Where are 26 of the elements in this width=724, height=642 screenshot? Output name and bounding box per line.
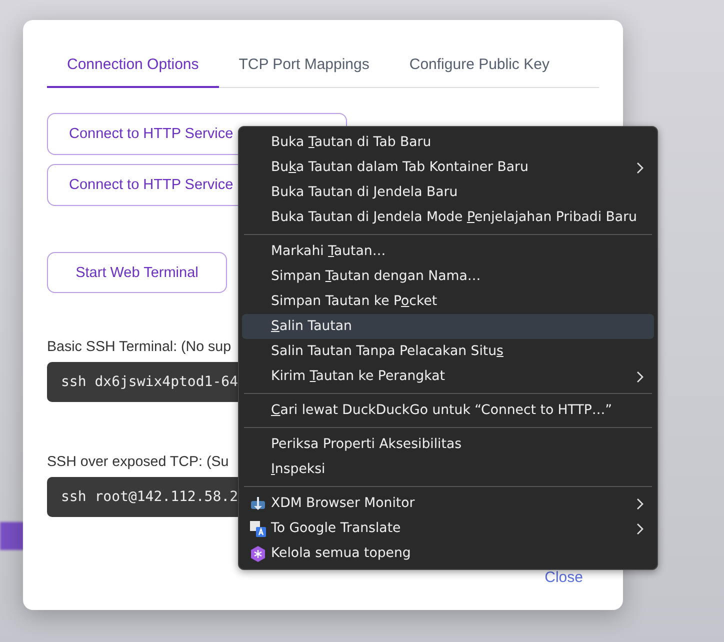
menu-item[interactable]: Salin Tautan Tanpa Pelacakan Situs (242, 339, 654, 364)
hexagon-icon (250, 546, 266, 562)
menu-item[interactable]: Kirim Tautan ke Perangkat (242, 364, 654, 389)
menu-item[interactable]: Inspeksi (242, 457, 654, 482)
menu-item[interactable]: Cari lewat DuckDuckGo untuk “Connect to HTTP…” (242, 398, 654, 423)
download-icon (250, 496, 266, 512)
menu-item[interactable]: XDM Browser Monitor (242, 491, 654, 516)
command-text: ssh dx6jswix4ptod1-64 (61, 374, 238, 390)
command-label: SSH over exposed TCP: (Su (47, 454, 229, 470)
terminal-button[interactable]: Start Web Terminal (47, 252, 227, 294)
menu-item[interactable]: Buka Tautan di Jendela Mode Penjelajahan Pribadi Baru (242, 205, 654, 230)
menu-item[interactable]: Simpan Tautan dengan Nama… (242, 264, 654, 289)
menu-item[interactable]: Simpan Tautan ke Pocket (242, 289, 654, 314)
menu-item[interactable]: Salin Tautan (242, 314, 654, 339)
tab[interactable]: Connection Options (47, 50, 219, 88)
menu-item[interactable]: To Google Translate (242, 516, 654, 541)
command-text: ssh root@142.112.58.2 (61, 489, 238, 506)
menu-item[interactable]: Kelola semua topeng (242, 541, 654, 566)
command-label: Basic SSH Terminal: (No sup (47, 339, 232, 356)
blurred-shape (0, 522, 24, 550)
tab[interactable]: Configure Public Key (389, 50, 570, 88)
translate-icon (250, 520, 266, 536)
menu-item[interactable]: Markahi Tautan… (242, 239, 654, 264)
tab[interactable]: TCP Port Mappings (218, 50, 390, 88)
close-link[interactable]: Close (544, 568, 583, 586)
menu-item[interactable]: Periksa Properti Aksesibilitas (242, 432, 654, 457)
